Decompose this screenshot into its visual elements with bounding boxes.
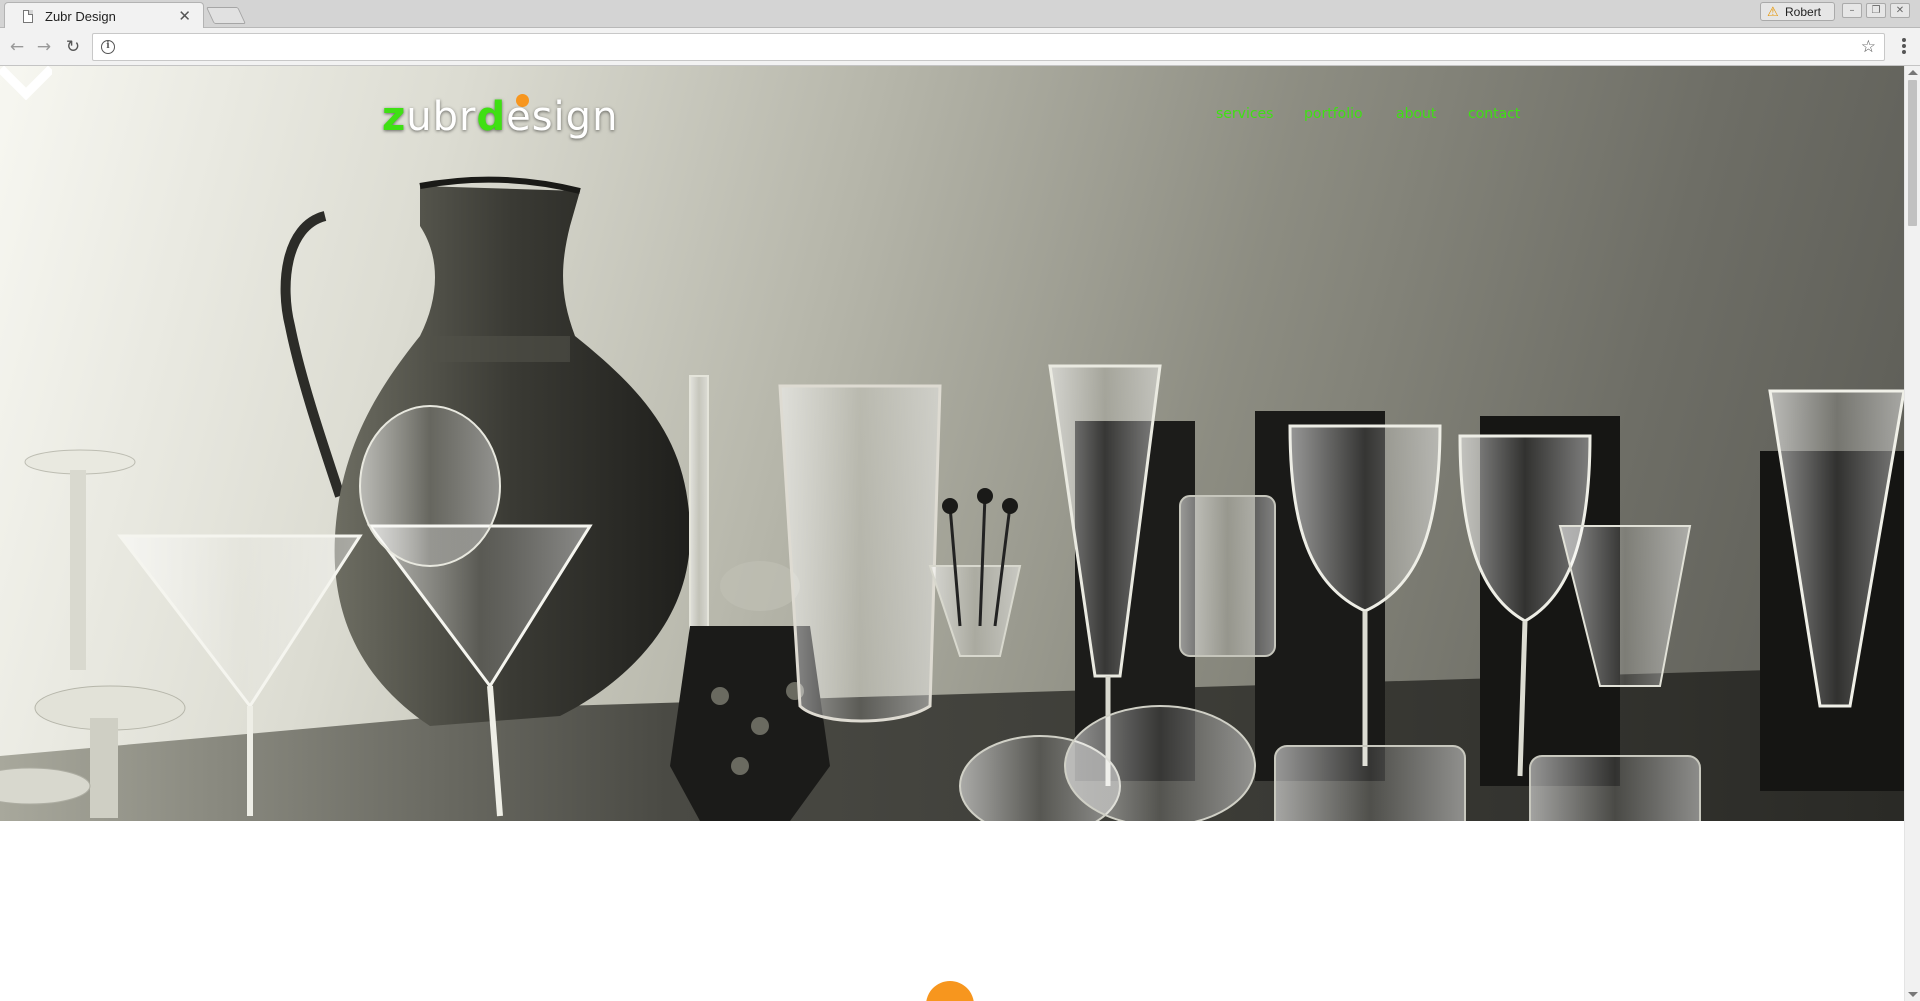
nav-link-portfolio[interactable]: portfolio (1304, 106, 1363, 122)
profile-name: Robert (1785, 5, 1822, 19)
page-favicon-icon (23, 10, 33, 23)
nav-link-services[interactable]: services (1216, 106, 1273, 122)
back-arrow-icon[interactable]: ← (6, 36, 28, 58)
browser-tab-active[interactable]: Zubr Design ✕ (4, 2, 204, 29)
logo-letter-d: d (476, 94, 507, 140)
scroll-up-arrow-icon[interactable] (1908, 70, 1918, 75)
minimize-window-button[interactable]: – (1842, 3, 1862, 18)
hero-section: zubrdesign services portfolio about cont… (0, 66, 1904, 821)
info-icon[interactable]: i (101, 40, 115, 54)
browser-toolbar: ← → ↻ i ☆ (0, 28, 1920, 66)
page-scrollbar[interactable] (1904, 66, 1920, 1001)
section-orange-circle-icon (926, 981, 974, 1001)
close-window-button[interactable]: ✕ (1890, 3, 1910, 18)
nav-link-contact[interactable]: contact (1468, 106, 1520, 122)
scrollbar-thumb[interactable] (1908, 80, 1917, 226)
address-bar[interactable]: i ☆ (92, 33, 1885, 62)
hero-photo-glassware (0, 176, 1904, 821)
restore-window-button[interactable]: ❐ (1866, 3, 1886, 18)
tab-title: Zubr Design (45, 9, 116, 24)
logo-letter-z: z (382, 94, 407, 140)
url-input[interactable] (125, 34, 1825, 62)
bookmark-star-icon[interactable]: ☆ (1861, 37, 1876, 57)
profile-button[interactable]: ⚠ Robert (1760, 2, 1835, 21)
logo-text-esign: esign (506, 94, 619, 140)
logo-text-ubr: ubr (406, 94, 477, 140)
site-logo[interactable]: zubrdesign (382, 94, 618, 144)
browser-tab-strip: Zubr Design ✕ ⚠ Robert – ❐ ✕ (0, 0, 1920, 29)
nav-link-about[interactable]: about (1396, 106, 1436, 122)
warning-icon: ⚠ (1767, 4, 1779, 19)
forward-arrow-icon[interactable]: → (33, 36, 55, 58)
page-viewport: zubrdesign services portfolio about cont… (0, 66, 1904, 1001)
new-tab-button[interactable] (206, 7, 246, 24)
tab-close-icon[interactable]: ✕ (178, 7, 191, 25)
scroll-down-arrow-icon[interactable] (1908, 992, 1918, 997)
chevron-down-icon[interactable] (0, 66, 52, 100)
kebab-menu-icon[interactable] (1896, 37, 1912, 57)
reload-icon[interactable]: ↻ (62, 36, 84, 58)
